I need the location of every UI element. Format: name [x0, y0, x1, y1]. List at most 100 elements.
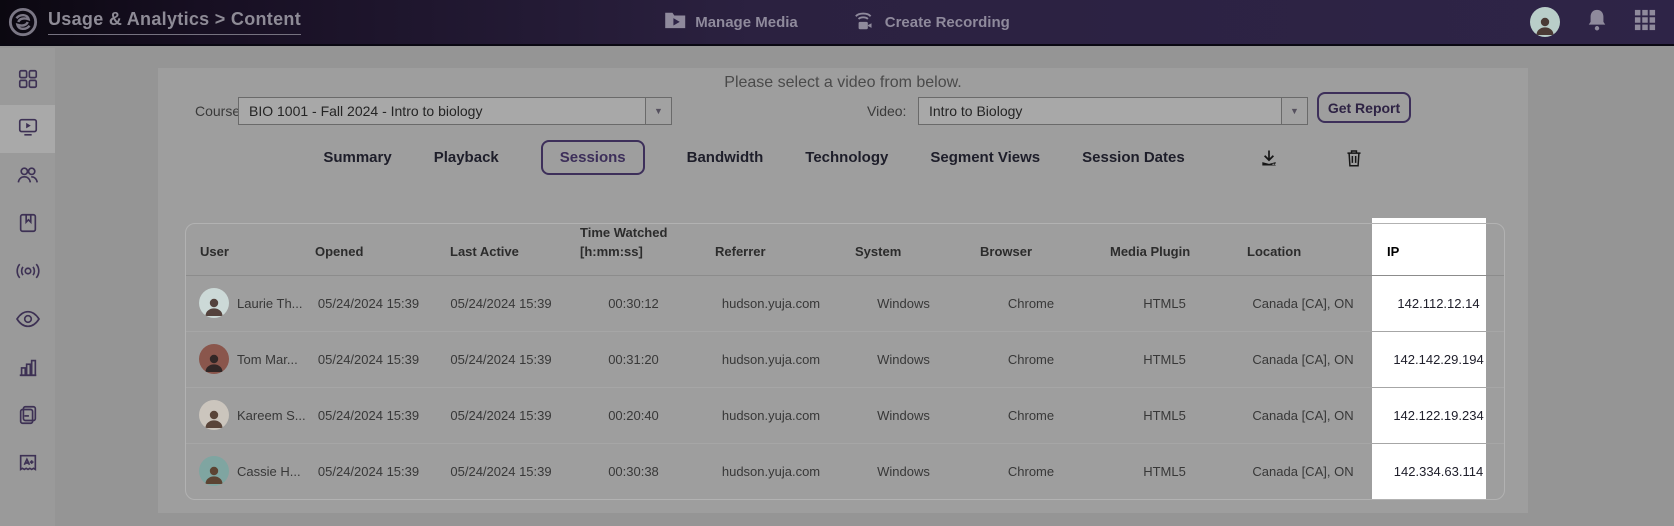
- cell-referrer: hudson.yuja.com: [721, 295, 821, 311]
- tab-technology[interactable]: Technology: [805, 149, 888, 166]
- sidebar-item-gradebook[interactable]: [0, 441, 55, 489]
- user-name: Cassie H...: [237, 463, 301, 479]
- manage-media-button[interactable]: Manage Media: [664, 10, 798, 35]
- column-header-referrer: Referrer: [701, 224, 841, 276]
- analytics-chart-icon: [17, 356, 39, 383]
- yuja-logo-icon[interactable]: [8, 7, 38, 37]
- tab-summary[interactable]: Summary: [323, 149, 391, 166]
- trash-icon[interactable]: [1345, 148, 1363, 168]
- video-select[interactable]: Intro to Biology ▼: [918, 97, 1308, 125]
- course-select-value: BIO 1001 - Fall 2024 - Intro to biology: [249, 103, 483, 119]
- cell-time-watched: 00:31:20: [566, 330, 701, 388]
- cell-time-watched: 00:30:12: [608, 295, 659, 311]
- sessions-table: User Opened Last Active Time Watched [h:…: [185, 223, 1505, 501]
- create-recording-label: Create Recording: [884, 13, 1010, 31]
- sidebar: [0, 48, 55, 526]
- column-header-system: System: [841, 224, 966, 276]
- cell-media-plugin: HTML5: [1096, 386, 1233, 444]
- cell-ip: 142.122.19.234: [1373, 386, 1504, 444]
- cell-location: Canada [CA], ON: [1233, 386, 1373, 444]
- gradebook-a-plus-icon: [17, 452, 39, 479]
- get-report-button[interactable]: Get Report: [1317, 92, 1411, 123]
- user-name: Laurie Th...: [237, 295, 303, 311]
- column-header-last-active: Last Active: [436, 224, 566, 276]
- cell-last-active: 05/24/2024 15:39: [450, 295, 552, 311]
- cell-opened: 05/24/2024 15:39: [317, 295, 420, 311]
- course-label: Course:: [195, 103, 245, 119]
- column-header-user: User: [186, 224, 301, 276]
- tab-session-dates[interactable]: Session Dates: [1082, 149, 1185, 166]
- column-header-browser: Browser: [966, 224, 1096, 276]
- table-row[interactable]: Kareem S... 05/24/2024 15:39 05/24/2024 …: [186, 386, 1504, 444]
- cell-referrer: hudson.yuja.com: [701, 442, 841, 500]
- chevron-down-icon: ▼: [1281, 98, 1307, 124]
- tab-segment-views[interactable]: Segment Views: [930, 149, 1040, 166]
- user-avatar: [199, 400, 229, 431]
- tab-bandwidth[interactable]: Bandwidth: [687, 149, 764, 166]
- cell-last-active: 05/24/2024 15:39: [436, 330, 566, 388]
- cell-system: Windows: [841, 386, 966, 444]
- chevron-down-icon: ▼: [645, 98, 671, 124]
- cell-system: Windows: [877, 295, 930, 311]
- sidebar-item-live-stream[interactable]: [0, 249, 55, 297]
- create-recording-button[interactable]: Create Recording: [850, 8, 1010, 37]
- cell-time-watched: 00:30:38: [566, 442, 701, 500]
- cell-browser: Chrome: [966, 442, 1096, 500]
- sidebar-item-users[interactable]: [0, 153, 55, 201]
- cell-media-plugin: HTML5: [1096, 330, 1233, 388]
- users-icon: [16, 164, 40, 191]
- visibility-eye-icon: [15, 308, 41, 335]
- recording-camera-icon: [850, 8, 876, 37]
- select-video-message: Please select a video from below.: [724, 74, 962, 91]
- user-avatar: [199, 344, 229, 375]
- table-row[interactable]: Tom Mar... 05/24/2024 15:39 05/24/2024 1…: [186, 330, 1504, 388]
- cell-ip: 142.142.29.194: [1373, 330, 1504, 388]
- cell-browser: Chrome: [1007, 295, 1055, 311]
- cell-referrer: hudson.yuja.com: [701, 386, 841, 444]
- table-row[interactable]: Cassie H... 05/24/2024 15:39 05/24/2024 …: [186, 442, 1504, 500]
- notifications-bell-icon[interactable]: [1586, 8, 1608, 37]
- cell-browser: Chrome: [966, 386, 1096, 444]
- video-label: Video:: [867, 103, 907, 119]
- profile-avatar[interactable]: [1530, 7, 1560, 37]
- user-name: Kareem S...: [237, 407, 306, 423]
- cell-referrer: hudson.yuja.com: [701, 330, 841, 388]
- tab-playback[interactable]: Playback: [434, 149, 499, 166]
- sidebar-item-dashboard[interactable]: [0, 57, 55, 105]
- cell-ip: 142.334.63.114: [1373, 442, 1504, 500]
- cell-opened: 05/24/2024 15:39: [301, 330, 436, 388]
- sidebar-item-visibility[interactable]: [0, 297, 55, 345]
- video-select-value: Intro to Biology: [929, 103, 1023, 119]
- live-stream-icon: [15, 260, 41, 287]
- tab-sessions[interactable]: Sessions: [540, 140, 645, 175]
- courses-book-icon: [17, 212, 39, 239]
- screen: Usage & Analytics > Content Manage Media: [0, 0, 1674, 526]
- sidebar-item-media[interactable]: [0, 105, 55, 153]
- topbar-actions: Manage Media Create Recording: [638, 8, 1036, 37]
- sidebar-item-analytics[interactable]: [0, 345, 55, 393]
- cell-system: Windows: [841, 330, 966, 388]
- column-header-time-watched: Time Watched [h:mm:ss]: [566, 224, 701, 276]
- cell-media-plugin: HTML5: [1096, 442, 1233, 500]
- dashboard-icon: [17, 68, 39, 95]
- cell-opened: 05/24/2024 15:39: [301, 442, 436, 500]
- topbar-right: [1530, 7, 1656, 37]
- column-header-location: Location: [1233, 224, 1373, 276]
- cell-ip: 142.112.12.14: [1397, 295, 1480, 311]
- cell-time-watched: 00:20:40: [566, 386, 701, 444]
- app-grid-icon[interactable]: [1634, 9, 1656, 36]
- folder-play-icon: [664, 10, 686, 35]
- user-avatar: [199, 456, 229, 487]
- breadcrumb[interactable]: Usage & Analytics > Content: [48, 9, 301, 35]
- sidebar-item-courses[interactable]: [0, 201, 55, 249]
- manage-media-label: Manage Media: [695, 13, 798, 31]
- course-select[interactable]: BIO 1001 - Fall 2024 - Intro to biology …: [238, 97, 672, 125]
- table-row[interactable]: Laurie Th... 05/24/2024 15:39 05/24/2024…: [186, 275, 1504, 331]
- documents-icon: [17, 404, 39, 431]
- report-tabs: Summary Playback Sessions Bandwidth Tech…: [158, 140, 1528, 175]
- download-icon[interactable]: [1259, 148, 1279, 168]
- sidebar-item-documents[interactable]: [0, 393, 55, 441]
- cell-last-active: 05/24/2024 15:39: [436, 386, 566, 444]
- column-header-media-plugin: Media Plugin: [1096, 224, 1233, 276]
- user-name: Tom Mar...: [237, 351, 298, 367]
